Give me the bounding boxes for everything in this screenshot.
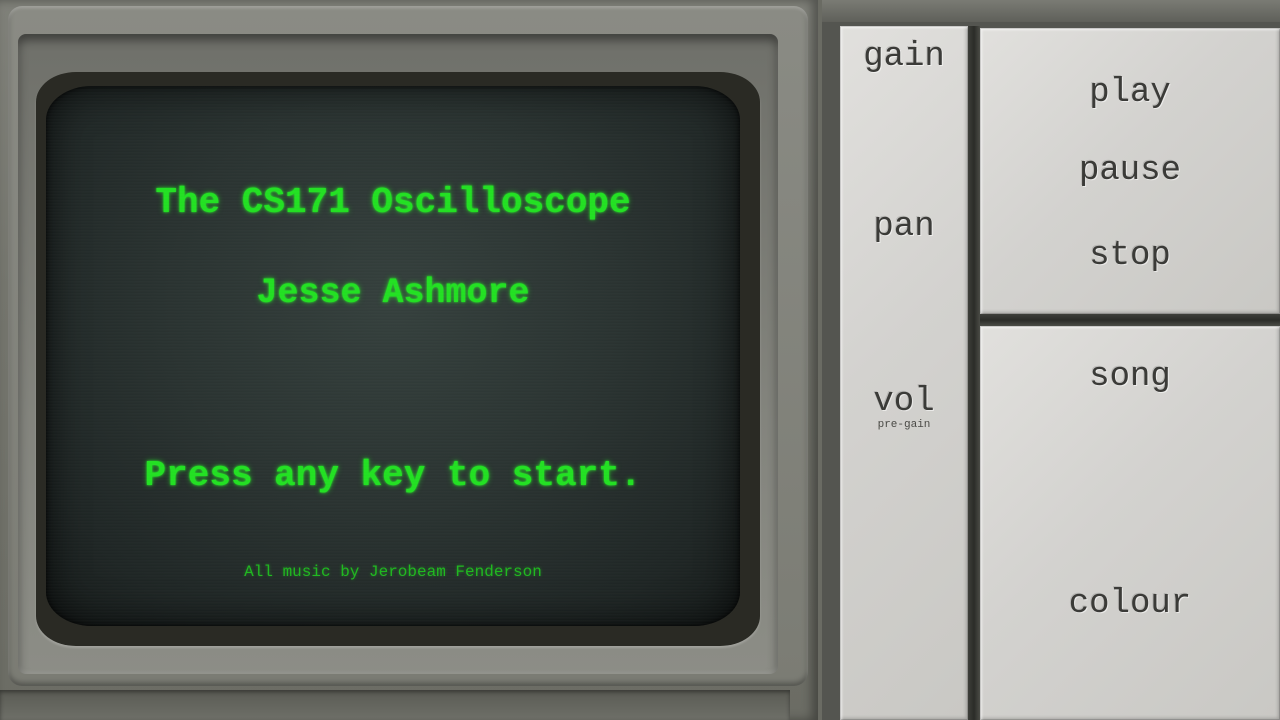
panel-divider-horizontal — [980, 314, 1280, 326]
oscilloscope-app: The CS171 Oscilloscope Jesse Ashmore Pre… — [0, 0, 1280, 720]
stop-button[interactable]: stop — [980, 237, 1280, 275]
pan-control[interactable]: pan — [840, 208, 968, 246]
pause-button[interactable]: pause — [980, 152, 1280, 190]
crt-screen[interactable]: The CS171 Oscilloscope Jesse Ashmore Pre… — [46, 86, 740, 626]
mixer-sheet — [840, 26, 968, 720]
control-panel: gain pan vol pre-gain play pause stop so… — [822, 0, 1280, 720]
screen-title: The CS171 Oscilloscope — [155, 182, 631, 223]
panel-divider-vertical — [968, 26, 980, 720]
panel-top-rim — [822, 0, 1280, 22]
start-prompt: Press any key to start. — [144, 455, 642, 496]
play-button[interactable]: play — [980, 74, 1280, 112]
colour-selector[interactable]: colour — [980, 585, 1280, 623]
music-credit: All music by Jerobeam Fenderson — [244, 563, 542, 581]
vol-control[interactable]: vol — [840, 383, 968, 421]
screen-author: Jesse Ashmore — [256, 273, 530, 313]
vol-pre-gain-note: pre-gain — [877, 419, 931, 431]
gain-control[interactable]: gain — [840, 38, 968, 76]
monitor-base — [0, 690, 790, 720]
song-selector[interactable]: song — [980, 358, 1280, 396]
crt-monitor: The CS171 Oscilloscope Jesse Ashmore Pre… — [0, 0, 818, 720]
